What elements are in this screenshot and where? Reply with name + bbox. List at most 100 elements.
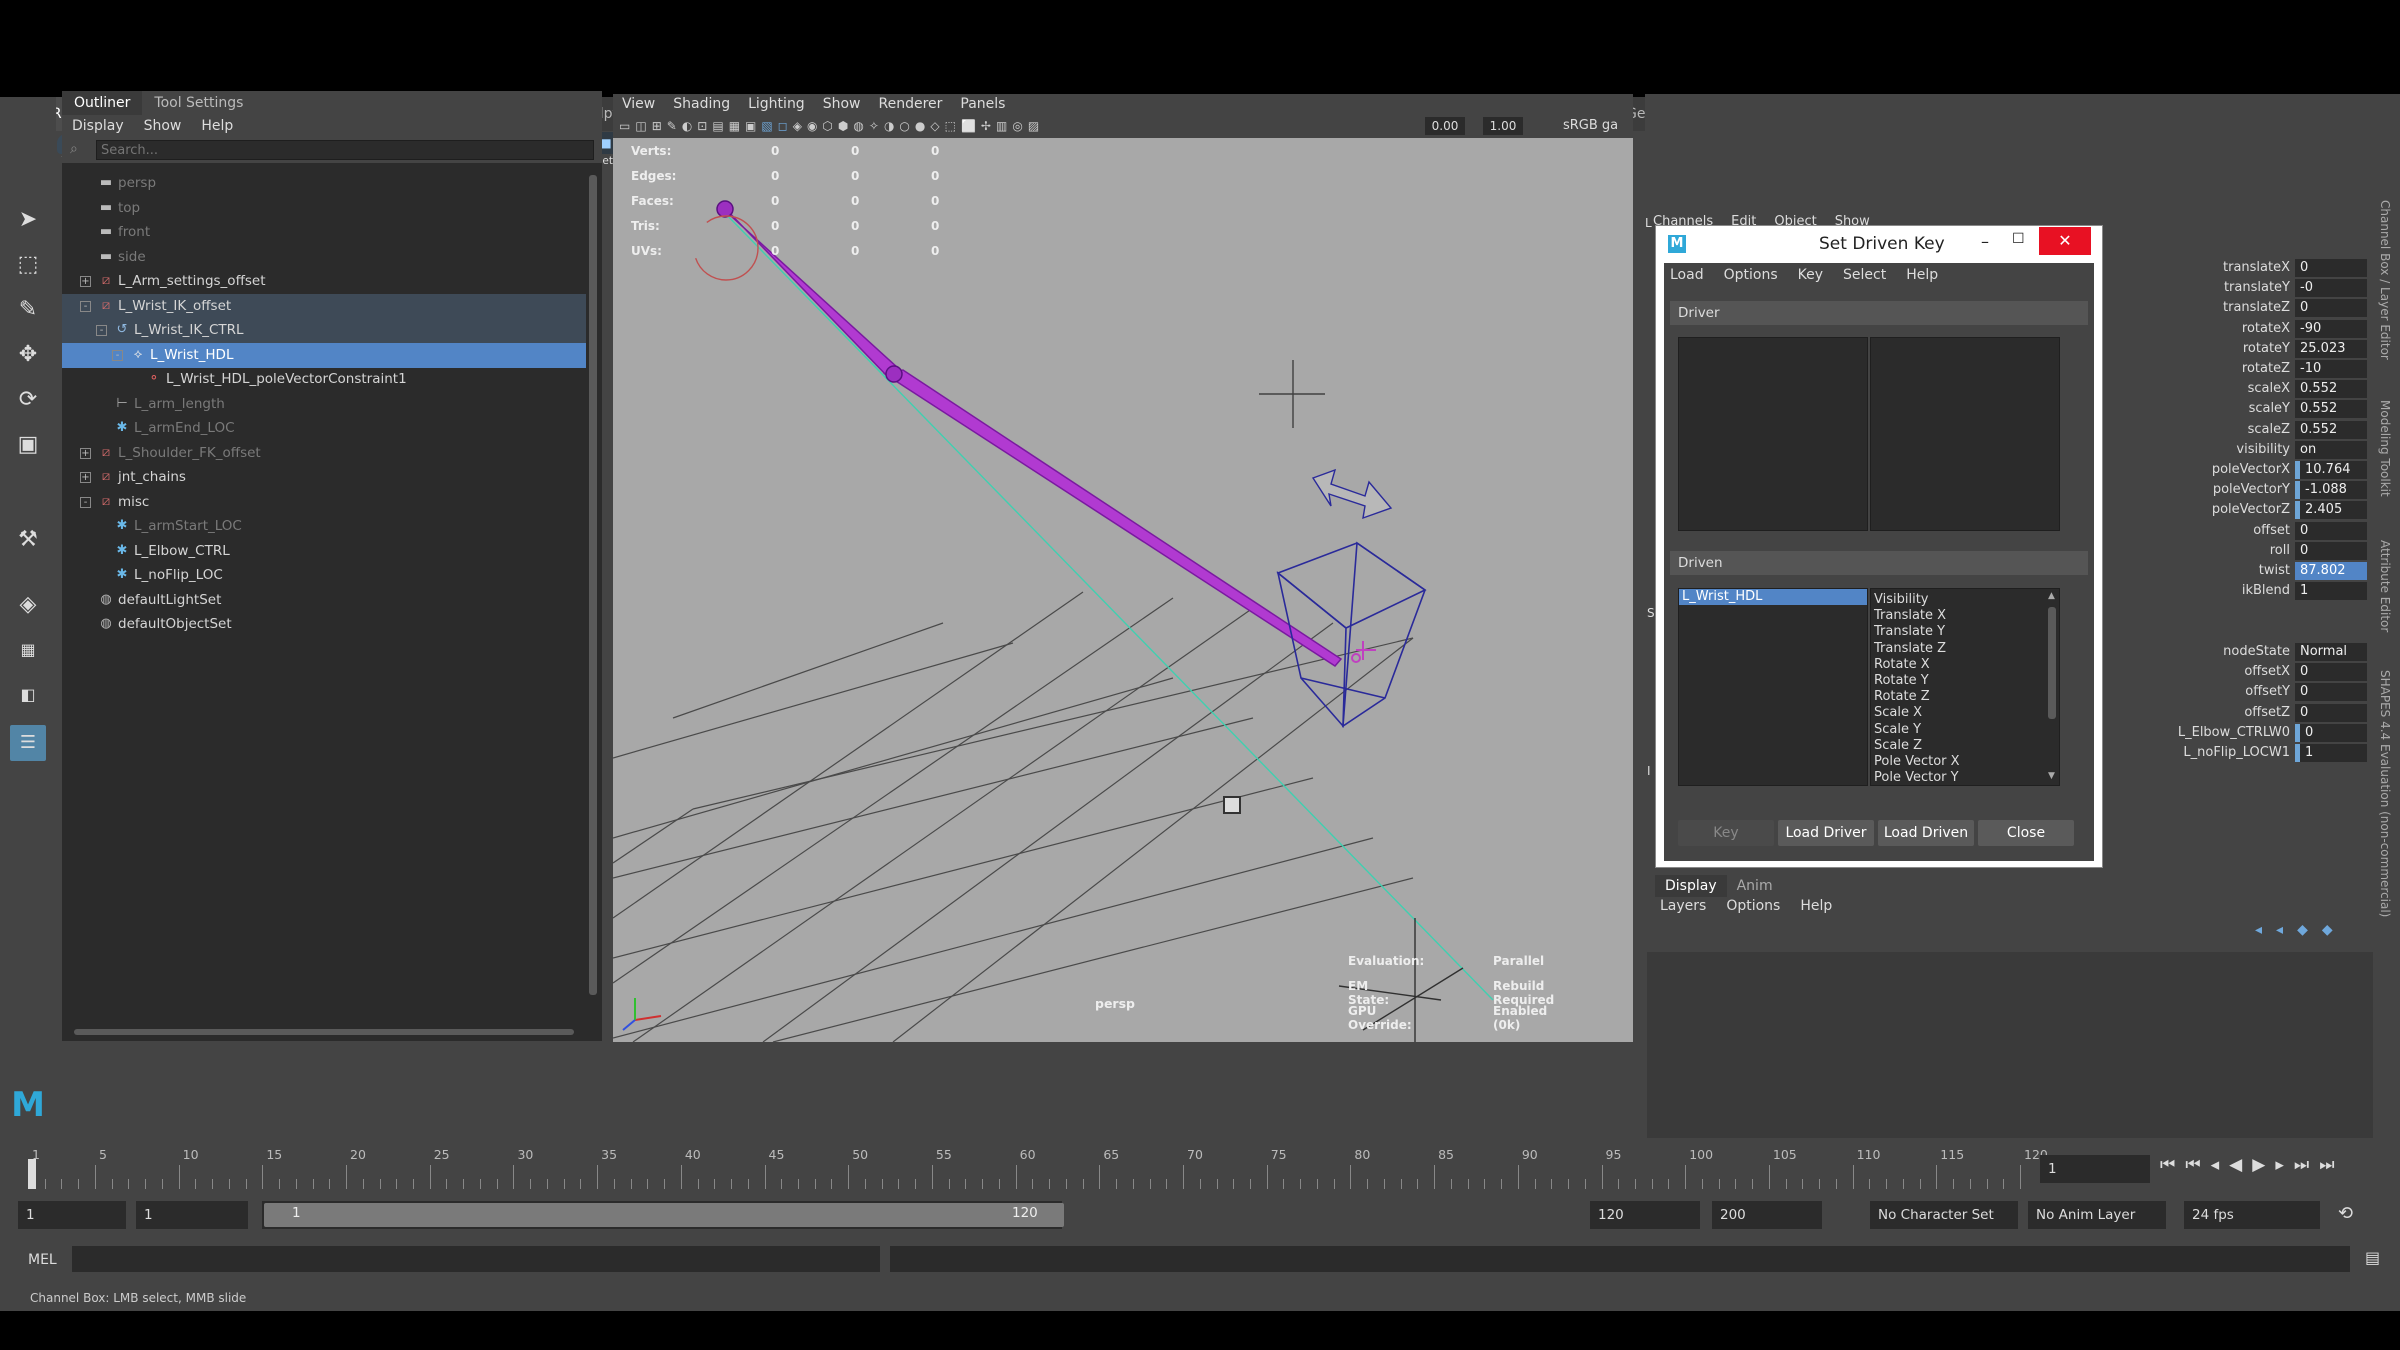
- driver-attribute-list[interactable]: [1870, 337, 2060, 531]
- channel-value-field[interactable]: 0: [2295, 259, 2367, 277]
- tab-outliner[interactable]: Outliner: [62, 91, 143, 115]
- outliner-item-l-shoulder-fk-offset[interactable]: + ⧄ L_Shoulder_FK_offset: [62, 441, 586, 466]
- outliner-item-l-arm-length[interactable]: ⊢ L_arm_length: [62, 392, 586, 417]
- loop-icon[interactable]: ⟲: [2338, 1203, 2353, 1224]
- dialog-menu-options[interactable]: Options: [1724, 263, 1778, 287]
- outliner-menu-help[interactable]: Help: [201, 115, 233, 137]
- outliner-item-defaultlightset[interactable]: ◍ defaultLightSet: [62, 588, 586, 613]
- channel-value-field[interactable]: 0: [2295, 703, 2367, 722]
- command-language-toggle[interactable]: MEL: [28, 1252, 57, 1268]
- viewport-tool-icon-8[interactable]: ▣: [745, 117, 756, 135]
- viewport-tool-icon-12[interactable]: ◉: [807, 117, 817, 135]
- time-slider[interactable]: 1 5 10 15 20 25 30 35 40 45 50 55 60 65 70 75 80 85 90 95 10…: [0, 1145, 2400, 1193]
- driven-attr-item[interactable]: Visibility: [1871, 592, 1928, 608]
- channel-value-field[interactable]: -1.088: [2295, 481, 2367, 500]
- channel-value-field[interactable]: on: [2295, 440, 2367, 459]
- outliner-item-defaultobjectset[interactable]: ◍ defaultObjectSet: [62, 612, 586, 637]
- play-backward-icon[interactable]: ◀: [2229, 1155, 2242, 1175]
- driver-object-list[interactable]: [1678, 337, 1868, 531]
- viewport-tool-icon-0[interactable]: ▭: [619, 117, 630, 135]
- step-back-key-icon[interactable]: ⏮: [2185, 1155, 2200, 1175]
- colorspace-label[interactable]: sRGB ga: [1563, 117, 1618, 135]
- outliner-item-l-wrist-ik-ctrl[interactable]: - ↺ L_Wrist_IK_CTRL: [62, 318, 586, 343]
- driven-attr-item[interactable]: Rotate Y: [1871, 673, 1929, 689]
- maximize-button[interactable]: ☐: [2012, 231, 2025, 247]
- outliner-search-input[interactable]: [96, 140, 594, 160]
- viewport-tool-icon-21[interactable]: ⬚: [945, 117, 956, 135]
- expand-icon[interactable]: -: [96, 325, 107, 336]
- driven-attr-item[interactable]: Translate Z: [1871, 641, 1946, 657]
- viewport-tool-icon-5[interactable]: ⊡: [697, 117, 707, 135]
- outliner-item-top[interactable]: ▬ top: [62, 196, 586, 221]
- fps-dropdown[interactable]: 24 fps: [2184, 1201, 2320, 1229]
- driven-object-list[interactable]: L_Wrist_HDL: [1678, 588, 1868, 786]
- rotate-tool-icon[interactable]: ⟳: [10, 382, 46, 418]
- layers-menu-options[interactable]: Options: [1726, 898, 1780, 914]
- outliner-menu-display[interactable]: Display: [72, 115, 124, 137]
- viewport-tool-icon-7[interactable]: ▦: [729, 117, 740, 135]
- animation-start-field[interactable]: 1: [18, 1201, 126, 1229]
- channel-value-field[interactable]: 1: [2295, 744, 2367, 762]
- channel-value-field[interactable]: 1: [2295, 582, 2367, 601]
- viewport-tool-icon-2[interactable]: ⊞: [652, 117, 662, 135]
- channel-value-field[interactable]: 0: [2295, 521, 2367, 540]
- side-tab-1[interactable]: Modeling Toolkit: [2378, 400, 2392, 497]
- outliner-item-l-noflip-loc[interactable]: ✱ L_noFlip_LOC: [62, 563, 586, 588]
- range-slider[interactable]: 1 120: [262, 1201, 1064, 1229]
- playback-start-field[interactable]: 1: [136, 1201, 248, 1229]
- channel-value-field[interactable]: 0.552: [2295, 400, 2367, 419]
- close-window-button[interactable]: ✕: [2039, 227, 2091, 255]
- viewport-persp[interactable]: View Shading Lighting Show Renderer Panels ▭ ◫…: [613, 94, 1633, 1042]
- viewport-tool-icon-10[interactable]: ◻: [778, 117, 788, 135]
- viewport-tool-icon-18[interactable]: ○: [899, 117, 909, 135]
- character-set-dropdown[interactable]: No Character Set: [1870, 1201, 2018, 1229]
- viewport-tool-icon-22[interactable]: ⬜: [961, 117, 976, 135]
- move-layer-down-icon[interactable]: ◂: [2276, 922, 2283, 938]
- outliner-item-l-armend-loc[interactable]: ✱ L_armEnd_LOC: [62, 416, 586, 441]
- viewport-tool-icon-11[interactable]: ◈: [793, 117, 802, 135]
- channel-value-field[interactable]: 10.764: [2295, 461, 2367, 479]
- outliner-item-front[interactable]: ▬ front: [62, 220, 586, 245]
- playback-end-field[interactable]: 120: [1590, 1201, 1700, 1229]
- channel-value-field[interactable]: -90: [2295, 319, 2367, 338]
- channel-value-field[interactable]: 25.023: [2295, 339, 2367, 358]
- channel-value-field[interactable]: 87.802: [2295, 562, 2367, 580]
- driven-attr-item[interactable]: Scale Y: [1871, 722, 1921, 738]
- script-editor-icon[interactable]: ▤: [2365, 1248, 2380, 1267]
- channel-value-field[interactable]: 0: [2295, 723, 2367, 742]
- single-pane-icon[interactable]: ◈: [10, 587, 46, 623]
- new-layer-icon[interactable]: ◆: [2297, 922, 2308, 938]
- expand-icon[interactable]: -: [80, 300, 91, 312]
- expand-icon[interactable]: +: [80, 276, 91, 287]
- viewport-menu-view[interactable]: View: [613, 94, 664, 114]
- go-to-start-icon[interactable]: ⏮: [2160, 1155, 2175, 1175]
- driven-attr-item[interactable]: Rotate Z: [1871, 689, 1930, 705]
- driven-attr-item[interactable]: Translate X: [1871, 608, 1946, 624]
- scale-tool-icon[interactable]: ▣: [10, 427, 46, 463]
- viewport-tool-icon-19[interactable]: ●: [915, 117, 925, 135]
- move-layer-up-icon[interactable]: ◂: [2255, 922, 2262, 938]
- step-forward-frame-icon[interactable]: ▸: [2275, 1155, 2284, 1175]
- driven-attr-item[interactable]: Pole Vector X: [1871, 754, 1960, 770]
- go-to-end-icon[interactable]: ⏭: [2319, 1155, 2334, 1175]
- load-driver-button[interactable]: Load Driver: [1778, 820, 1874, 846]
- viewport-tool-icon-24[interactable]: ▥: [996, 117, 1007, 135]
- paint-select-icon[interactable]: ✎: [10, 292, 46, 328]
- channel-value-field[interactable]: Normal: [2295, 643, 2367, 661]
- outliner-menu-show[interactable]: Show: [144, 115, 182, 137]
- outliner-hscrollbar[interactable]: [62, 1026, 586, 1038]
- current-time-indicator[interactable]: [28, 1159, 36, 1189]
- channel-value-field[interactable]: 0.552: [2295, 420, 2367, 439]
- expand-icon[interactable]: -: [80, 496, 91, 508]
- move-tool-icon[interactable]: ✥: [10, 337, 46, 373]
- viewport-menu-renderer[interactable]: Renderer: [869, 94, 951, 114]
- four-pane-icon[interactable]: ▦: [10, 632, 46, 668]
- key-button[interactable]: Key: [1678, 820, 1774, 846]
- outliner-item-l-arm-settings-offset[interactable]: + ⧄ L_Arm_settings_offset: [62, 269, 586, 294]
- gamma-field[interactable]: 1.00: [1483, 117, 1523, 135]
- viewport-tool-icon-9[interactable]: ▧: [761, 117, 772, 135]
- viewport-tool-icon-20[interactable]: ◇: [930, 117, 939, 135]
- driven-attr-item[interactable]: Rotate X: [1871, 657, 1930, 673]
- viewport-tool-icon-26[interactable]: ▨: [1028, 117, 1039, 135]
- viewport-tool-icon-3[interactable]: ✎: [667, 117, 677, 135]
